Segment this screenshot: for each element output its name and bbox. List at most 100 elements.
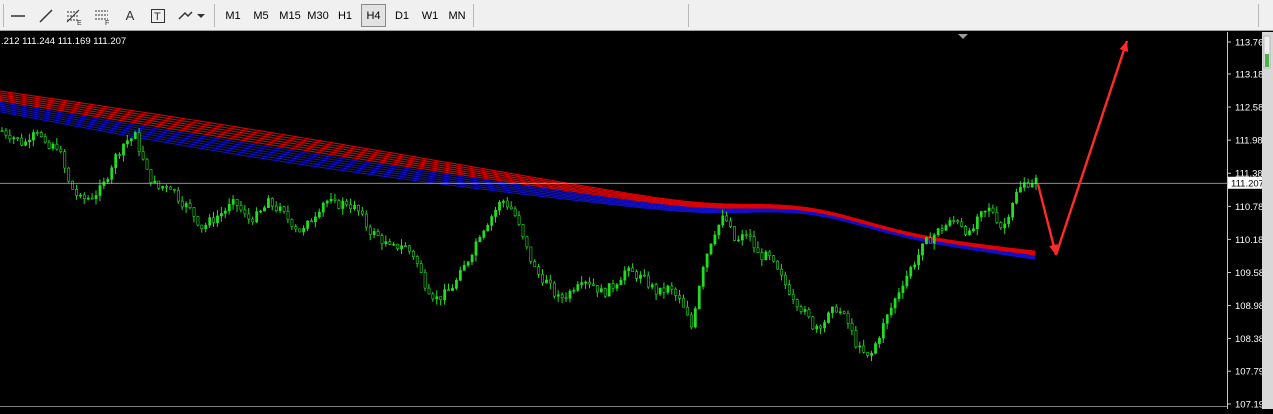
candle-body <box>666 285 670 293</box>
timeframe-h4-button[interactable]: H4 <box>361 4 386 27</box>
candle-body <box>372 231 376 236</box>
candle-body <box>513 208 517 216</box>
candle-body <box>474 241 478 256</box>
candle-body <box>184 203 188 208</box>
timeframe-d1-button[interactable]: D1 <box>389 4 415 27</box>
candle-body <box>192 207 196 217</box>
candle-body <box>86 197 90 200</box>
candle-body <box>917 254 921 266</box>
candle-body <box>59 148 63 153</box>
text-label-icon[interactable]: T <box>146 4 170 27</box>
candle-body <box>768 251 772 256</box>
candle-body <box>1007 216 1011 225</box>
candle-body <box>631 267 635 273</box>
candle-body <box>944 225 948 231</box>
candle-body <box>321 202 325 213</box>
trendline-icon[interactable] <box>34 4 58 27</box>
candle-body <box>643 274 646 277</box>
candle-body <box>263 207 266 212</box>
candle-body <box>270 198 274 207</box>
candle-body <box>686 306 689 316</box>
timeframe-m15-button[interactable]: M15 <box>276 4 304 27</box>
candle-body <box>1015 191 1018 204</box>
candle-body <box>98 185 102 196</box>
candle-body <box>619 279 623 286</box>
price-chart[interactable]: 113.76113.180112.580111.980111.380110.78… <box>0 32 1273 409</box>
timeframe-h1-button[interactable]: H1 <box>332 4 358 27</box>
timeframe-m30-button[interactable]: M30 <box>304 4 332 27</box>
candle-body <box>901 285 905 293</box>
candle-body <box>415 256 419 264</box>
candle-body <box>960 221 964 227</box>
candle-body <box>936 228 940 236</box>
candle-body <box>721 215 725 226</box>
arrows-tool-icon[interactable] <box>174 4 208 27</box>
text-tool-icon[interactable]: A <box>118 4 142 27</box>
candle-body <box>983 210 987 213</box>
candle-body <box>975 216 979 230</box>
candle-body <box>928 237 932 244</box>
candle-body <box>729 220 733 227</box>
candle-body <box>364 213 368 228</box>
candle-body <box>282 206 286 212</box>
candle-body <box>114 154 118 168</box>
candle-body <box>325 200 329 204</box>
timeframe-m5-button[interactable]: M5 <box>248 4 274 27</box>
candle-body <box>737 239 740 242</box>
candle-body <box>137 132 141 152</box>
candle-body <box>204 224 208 229</box>
candle-body <box>380 235 384 245</box>
candle-body <box>482 230 486 238</box>
candle-body <box>188 203 192 208</box>
candle-body <box>529 246 533 262</box>
candle-body <box>173 188 176 191</box>
candle-body <box>314 216 317 223</box>
candle-body <box>650 284 654 288</box>
candle-body <box>525 236 529 248</box>
candle-body <box>286 211 290 220</box>
candle-body <box>552 282 556 297</box>
candle-body <box>455 279 458 289</box>
candle-body <box>251 218 255 223</box>
fibonacci-expansion-icon[interactable]: E <box>62 4 86 27</box>
candle-body <box>329 198 333 202</box>
candle-body <box>979 211 983 218</box>
candle-body <box>298 228 302 233</box>
candle-body <box>537 266 541 275</box>
candle-body <box>811 316 815 330</box>
candle-body <box>740 234 744 241</box>
candle-body <box>784 274 787 286</box>
candle-body <box>12 137 16 140</box>
candle-body <box>717 224 721 236</box>
candle-body <box>987 207 991 212</box>
candle-body <box>549 279 552 284</box>
candle-body <box>90 197 94 200</box>
horizontal-line-icon[interactable] <box>6 4 30 27</box>
candle-body <box>118 154 122 156</box>
candle-body <box>827 312 830 323</box>
candle-body <box>145 158 149 170</box>
timeframe-mn-button[interactable]: MN <box>444 4 470 27</box>
candle-body <box>220 213 223 217</box>
candle-body <box>75 188 78 196</box>
candle-body <box>991 207 995 213</box>
scrollbar-panel[interactable] <box>1262 32 1273 409</box>
timeframe-m1-button[interactable]: M1 <box>220 4 246 27</box>
candle-body <box>345 200 349 205</box>
candle-body <box>760 252 764 261</box>
candle-body <box>502 200 505 203</box>
candle-body <box>306 220 310 229</box>
candle-body <box>169 186 172 190</box>
candle-body <box>568 290 572 299</box>
fibonacci-fan-icon[interactable]: F <box>90 4 114 27</box>
candle-body <box>223 210 227 214</box>
candle-body <box>392 243 396 246</box>
timeframe-w1-button[interactable]: W1 <box>417 4 443 27</box>
candle-body <box>505 200 509 208</box>
candle-body <box>952 220 956 222</box>
candle-body <box>564 297 568 300</box>
candle-body <box>423 272 427 289</box>
candle-body <box>956 220 960 223</box>
candle-body <box>400 245 404 249</box>
candle-body <box>20 137 24 146</box>
